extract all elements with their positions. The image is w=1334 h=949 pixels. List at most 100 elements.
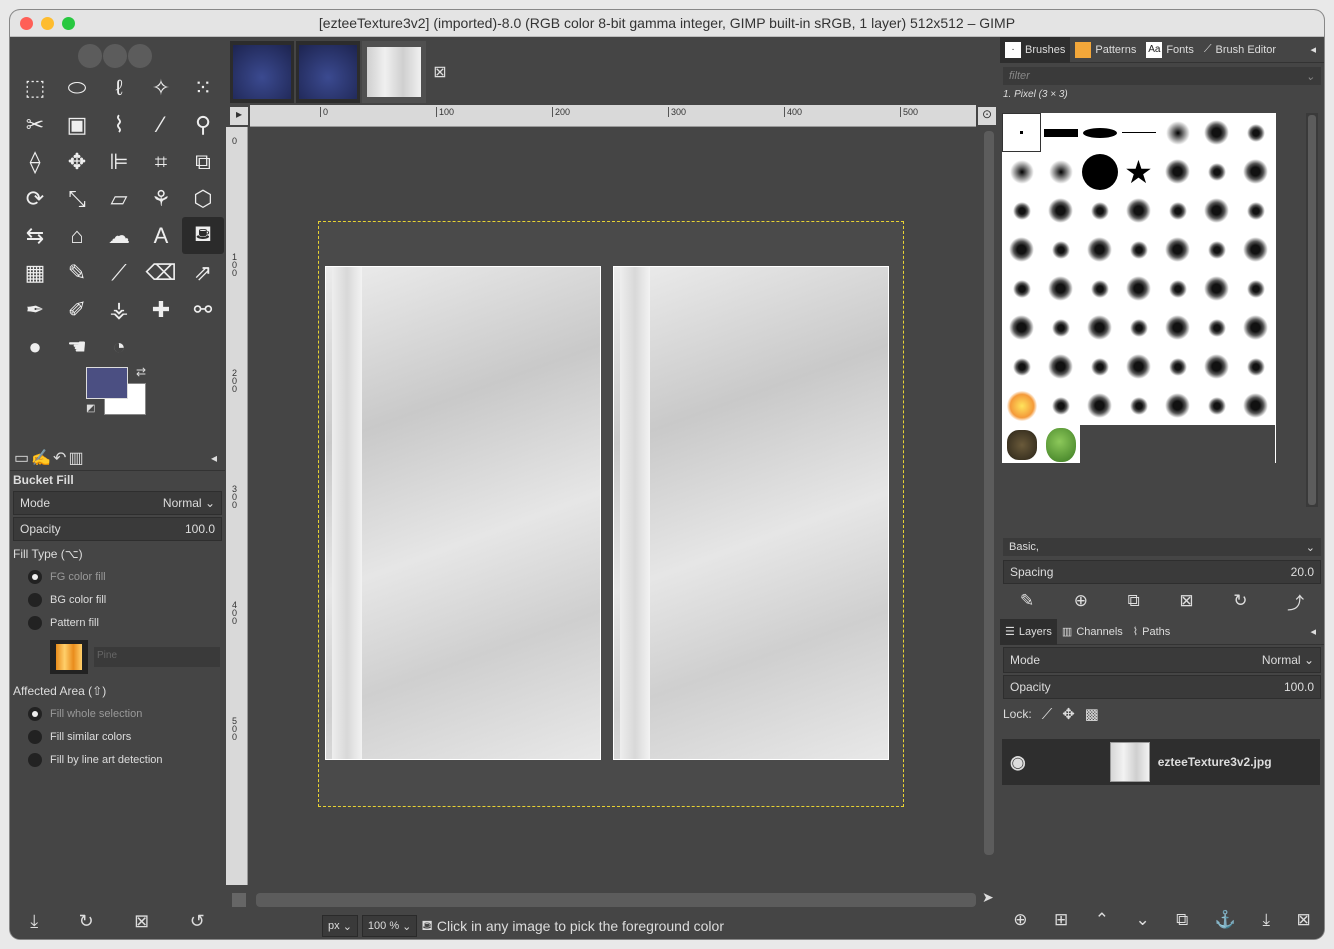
mode-select[interactable]: Mode Normal ⌄ xyxy=(13,491,222,515)
brush-preview[interactable] xyxy=(1236,230,1275,269)
brush-preview[interactable] xyxy=(1158,386,1197,425)
flip-icon[interactable]: ⇆ xyxy=(14,217,56,254)
brush-preview[interactable] xyxy=(1041,113,1080,152)
delete-brush-icon[interactable]: ⊠ xyxy=(1179,591,1193,611)
gradient-icon[interactable]: ▦ xyxy=(14,254,56,291)
brush-preview[interactable] xyxy=(1002,269,1041,308)
rotate-icon[interactable]: ⟳ xyxy=(14,180,56,217)
tab-brushes[interactable]: · Brushes xyxy=(1000,36,1071,63)
brush-preview[interactable] xyxy=(1002,113,1041,152)
brush-preview[interactable] xyxy=(1197,308,1236,347)
brush-preset-select[interactable]: Basic, ⌄ xyxy=(1003,538,1321,556)
brush-preview[interactable] xyxy=(1236,308,1275,347)
warp-icon[interactable]: ⚘ xyxy=(140,180,182,217)
layer-mode-select[interactable]: Mode Normal ⌄ xyxy=(1003,647,1321,673)
tab-brush-editor[interactable]: ⟋ Brush Editor xyxy=(1199,37,1281,63)
navigate-icon[interactable]: ➤ xyxy=(982,889,994,906)
vertical-scrollbar[interactable] xyxy=(982,127,996,885)
brush-preview[interactable] xyxy=(1080,308,1119,347)
spacing-slider[interactable]: Spacing 20.0 xyxy=(1003,560,1321,584)
device-status-tab-icon[interactable]: ✍ xyxy=(31,448,51,468)
brush-preview[interactable] xyxy=(1236,152,1275,191)
brush-preview[interactable] xyxy=(1158,425,1197,464)
lock-pixels-icon[interactable]: ⟋ xyxy=(1042,706,1053,723)
brush-preview[interactable] xyxy=(1197,230,1236,269)
minimize-window-button[interactable] xyxy=(41,17,54,30)
images-tab-icon[interactable]: ▥ xyxy=(68,448,83,468)
dodge-burn-icon[interactable]: ◔ xyxy=(98,328,140,365)
ink-icon[interactable]: ✒ xyxy=(14,291,56,328)
brush-preview[interactable] xyxy=(1119,230,1158,269)
unified-transform-icon[interactable]: ⧉ xyxy=(182,143,224,180)
clone-icon[interactable]: ⚶ xyxy=(98,291,140,328)
close-window-button[interactable] xyxy=(20,17,33,30)
brush-preview[interactable] xyxy=(1080,230,1119,269)
brush-preview[interactable] xyxy=(1236,425,1275,464)
heal-icon[interactable]: ✚ xyxy=(140,291,182,328)
brush-preview[interactable] xyxy=(1197,152,1236,191)
visibility-eye-icon[interactable]: ◉ xyxy=(1010,752,1026,773)
bucket-fill-icon[interactable]: ⛾ xyxy=(182,217,224,254)
brush-preview[interactable] xyxy=(1197,386,1236,425)
panel-menu-icon[interactable]: ◂ xyxy=(211,451,217,465)
duplicate-layer-icon[interactable]: ⧉ xyxy=(1176,910,1188,930)
brush-preview[interactable] xyxy=(1080,425,1119,464)
smudge-icon[interactable]: ☚ xyxy=(56,328,98,365)
tool-options-tab-icon[interactable]: ▭ xyxy=(14,448,29,468)
raise-layer-icon[interactable]: ⌃ xyxy=(1095,910,1109,930)
brush-preview[interactable] xyxy=(1080,152,1119,191)
pattern-swatch[interactable] xyxy=(50,640,88,674)
tab-patterns[interactable]: Patterns xyxy=(1070,37,1141,63)
brush-preview[interactable] xyxy=(1002,386,1041,425)
new-layer-icon[interactable]: ⊕ xyxy=(1013,910,1027,930)
move-icon[interactable]: ✥ xyxy=(56,143,98,180)
foreground-color-swatch[interactable] xyxy=(86,367,128,399)
blur-icon[interactable]: ● xyxy=(14,328,56,365)
brush-preview[interactable] xyxy=(1119,191,1158,230)
panel-menu-icon[interactable]: ◂ xyxy=(1310,625,1316,638)
brush-preview[interactable] xyxy=(1080,191,1119,230)
brush-preview[interactable] xyxy=(1041,425,1080,464)
fill-type-fg[interactable]: FG color fill xyxy=(10,565,225,588)
save-options-icon[interactable]: ⤓ xyxy=(30,911,38,932)
lock-position-icon[interactable]: ✥ xyxy=(1062,705,1075,723)
delete-layer-icon[interactable]: ⊠ xyxy=(1296,910,1310,930)
brush-preview[interactable] xyxy=(1197,113,1236,152)
undo-history-tab-icon[interactable]: ↶ xyxy=(53,448,66,468)
new-brush-icon[interactable]: ⊕ xyxy=(1074,591,1088,611)
horizontal-scrollbar[interactable] xyxy=(256,893,976,907)
canvas[interactable] xyxy=(248,127,978,885)
brush-scrollbar[interactable] xyxy=(1306,113,1318,507)
close-tab-icon[interactable]: ⊠ xyxy=(428,41,452,103)
paintbrush-icon[interactable]: ⟋ xyxy=(98,254,140,291)
brush-grid[interactable]: ★ xyxy=(1002,113,1276,464)
brush-preview[interactable] xyxy=(1080,347,1119,386)
fuzzy-select-icon[interactable]: ✧ xyxy=(140,69,182,106)
3d-transform-icon[interactable]: ⬡ xyxy=(182,180,224,217)
unit-select[interactable]: px ⌄ xyxy=(322,915,358,937)
brush-preview[interactable] xyxy=(1002,308,1041,347)
brush-preview[interactable] xyxy=(1158,113,1197,152)
horizontal-ruler[interactable]: 0 100 200 300 400 500 xyxy=(250,105,976,127)
brush-preview[interactable] xyxy=(1236,113,1275,152)
free-select-icon[interactable]: ℓ xyxy=(98,69,140,106)
restore-options-icon[interactable]: ↻ xyxy=(79,911,94,932)
align-icon[interactable]: ⊫ xyxy=(98,143,140,180)
brush-preview[interactable] xyxy=(1119,347,1158,386)
brush-preview[interactable] xyxy=(1041,191,1080,230)
fill-type-pattern[interactable]: Pattern fill xyxy=(10,611,225,634)
tab-paths[interactable]: ⌇ Paths xyxy=(1128,619,1176,645)
brush-preview[interactable] xyxy=(1002,347,1041,386)
brush-preview[interactable] xyxy=(1002,191,1041,230)
perspective-clone-icon[interactable]: ⚯ xyxy=(182,291,224,328)
brush-preview[interactable] xyxy=(1197,191,1236,230)
rect-select-icon[interactable]: ⬚ xyxy=(14,69,56,106)
brush-preview[interactable] xyxy=(1002,230,1041,269)
brush-preview[interactable] xyxy=(1080,113,1119,152)
zoom-fit-icon[interactable]: ⊙ xyxy=(978,107,996,125)
brush-preview[interactable] xyxy=(1158,308,1197,347)
airbrush-icon[interactable]: ⇗ xyxy=(182,254,224,291)
zoom-select[interactable]: 100 % ⌄ xyxy=(361,915,418,937)
zoom-icon[interactable]: ⚲ xyxy=(182,106,224,143)
measure-icon[interactable]: ⟠ xyxy=(14,143,56,180)
